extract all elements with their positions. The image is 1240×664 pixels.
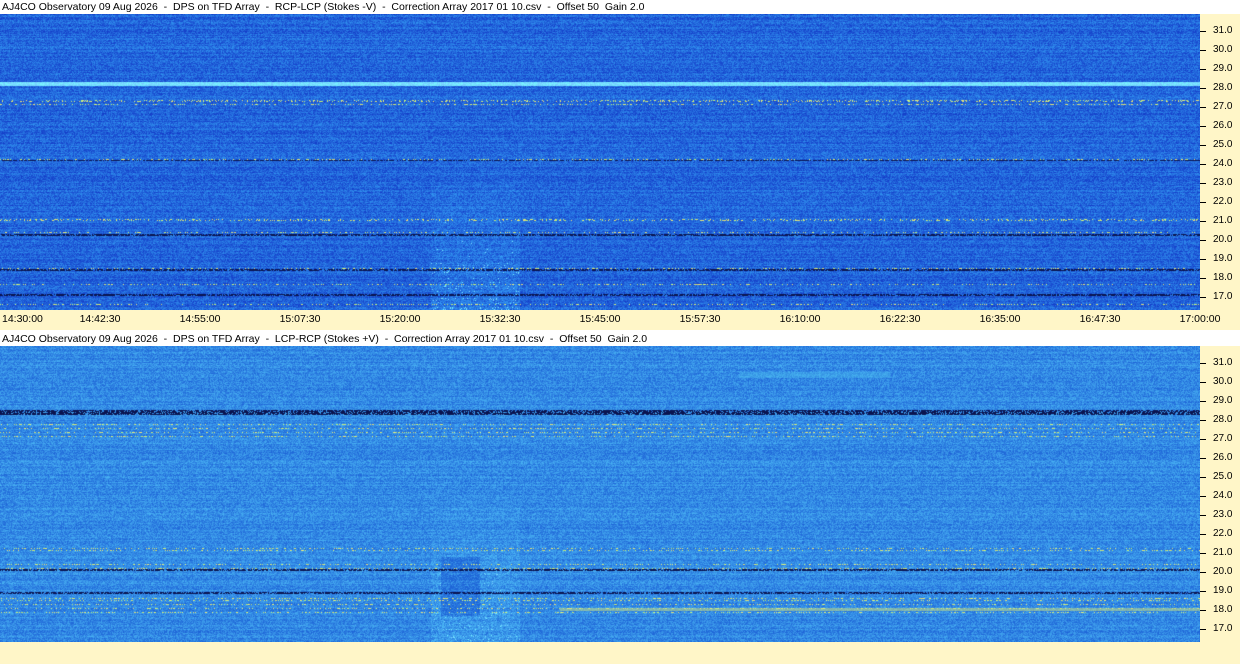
freq-tick	[1200, 629, 1206, 630]
time-tick-label: 15:45:00	[579, 313, 621, 325]
freq-tick-label: 29.0	[1213, 63, 1233, 74]
time-tick-label: 14:55:00	[179, 313, 221, 325]
freq-tick-label: 22.0	[1213, 196, 1233, 207]
time-tick-label: 14:42:30	[79, 313, 121, 325]
freq-tick-label: 19.0	[1213, 253, 1233, 264]
time-tick-label: 16:10:00	[779, 313, 821, 325]
freq-tick-label: 20.0	[1213, 566, 1233, 577]
freq-tick-label: 31.0	[1213, 357, 1233, 368]
time-tick-label: 15:57:30	[679, 313, 721, 325]
panel2-spectrogram-canvas	[0, 346, 1200, 642]
freq-tick-label: 28.0	[1213, 414, 1233, 425]
freq-tick	[1200, 496, 1206, 497]
freq-tick-label: 30.0	[1213, 44, 1233, 55]
freq-tick-label: 30.0	[1213, 376, 1233, 387]
time-tick-label: 14:30:00	[2, 313, 43, 325]
time-tick-label: 17:00:00	[1179, 313, 1221, 325]
freq-tick-label: 26.0	[1213, 120, 1233, 131]
panel2-spectrogram[interactable]	[0, 346, 1200, 642]
freq-tick	[1200, 164, 1206, 165]
freq-tick	[1200, 572, 1206, 573]
freq-tick	[1200, 126, 1206, 127]
freq-tick-label: 20.0	[1213, 234, 1233, 245]
panel1-spectrogram-canvas	[0, 14, 1200, 310]
freq-tick	[1200, 240, 1206, 241]
freq-tick-label: 26.0	[1213, 452, 1233, 463]
time-tick-label: 15:07:30	[279, 313, 321, 325]
time-tick-label: 16:47:30	[1079, 313, 1121, 325]
freq-tick	[1200, 145, 1206, 146]
freq-tick	[1200, 363, 1206, 364]
freq-tick-label: 22.0	[1213, 528, 1233, 539]
freq-tick	[1200, 69, 1206, 70]
freq-tick-label: 19.0	[1213, 585, 1233, 596]
freq-tick	[1200, 553, 1206, 554]
panel2-title: AJ4CO Observatory 09 Aug 2026 - DPS on T…	[2, 333, 648, 345]
freq-tick	[1200, 439, 1206, 440]
freq-tick	[1200, 278, 1206, 279]
freq-tick-label: 18.0	[1213, 604, 1233, 615]
time-tick-label: 16:22:30	[879, 313, 921, 325]
panel1-title: AJ4CO Observatory 09 Aug 2026 - DPS on T…	[2, 1, 645, 13]
freq-tick-label: 27.0	[1213, 101, 1233, 112]
freq-tick	[1200, 221, 1206, 222]
freq-tick-label: 29.0	[1213, 395, 1233, 406]
freq-tick	[1200, 183, 1206, 184]
freq-tick-label: 25.0	[1213, 471, 1233, 482]
freq-tick	[1200, 107, 1206, 108]
freq-tick	[1200, 420, 1206, 421]
time-axis: 14:30:00 14:42:30 14:55:00 15:07:30 15:20:00…	[0, 310, 1240, 330]
freq-tick	[1200, 458, 1206, 459]
freq-tick	[1200, 88, 1206, 89]
freq-tick	[1200, 202, 1206, 203]
panel2-frequency-axis: 31.0 30.0 29.0 28.0 27.0 26.0 25.0 24.0 23.0 22.0…	[1200, 346, 1240, 642]
freq-tick-label: 24.0	[1213, 490, 1233, 501]
freq-tick	[1200, 477, 1206, 478]
freq-tick	[1200, 401, 1206, 402]
freq-tick-label: 21.0	[1213, 547, 1233, 558]
freq-tick-label: 25.0	[1213, 139, 1233, 150]
freq-tick-label: 21.0	[1213, 215, 1233, 226]
freq-tick	[1200, 297, 1206, 298]
freq-tick-label: 24.0	[1213, 158, 1233, 169]
freq-tick-label: 17.0	[1213, 623, 1233, 634]
freq-tick-label: 27.0	[1213, 433, 1233, 444]
time-tick-label: 16:35:00	[979, 313, 1021, 325]
freq-tick	[1200, 610, 1206, 611]
freq-tick	[1200, 50, 1206, 51]
freq-tick-label: 17.0	[1213, 291, 1233, 302]
freq-tick-label: 23.0	[1213, 509, 1233, 520]
freq-tick	[1200, 534, 1206, 535]
freq-tick-label: 31.0	[1213, 25, 1233, 36]
panel1-spectrogram[interactable]	[0, 14, 1200, 310]
freq-tick-label: 18.0	[1213, 272, 1233, 283]
panel1-frequency-axis: 31.0 30.0 29.0 28.0 27.0 26.0 25.0 24.0 23.0 22.0…	[1200, 14, 1240, 310]
time-tick-label: 15:20:00	[379, 313, 421, 325]
freq-tick-label: 28.0	[1213, 82, 1233, 93]
freq-tick	[1200, 31, 1206, 32]
freq-tick	[1200, 591, 1206, 592]
freq-tick	[1200, 382, 1206, 383]
freq-tick	[1200, 259, 1206, 260]
freq-tick-label: 23.0	[1213, 177, 1233, 188]
bottom-bar	[0, 642, 1240, 664]
time-tick-label: 15:32:30	[479, 313, 521, 325]
freq-tick	[1200, 515, 1206, 516]
